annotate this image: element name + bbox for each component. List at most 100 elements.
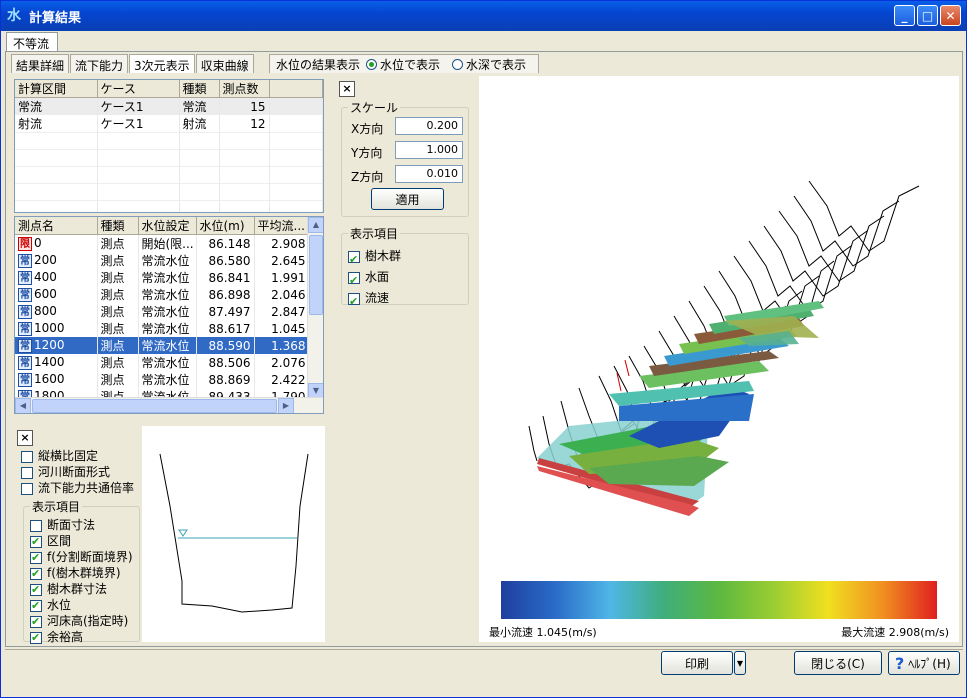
case-col-header[interactable]: ケース (97, 80, 180, 98)
print-dropdown-icon[interactable]: ▼ (734, 651, 746, 675)
empty-row (15, 183, 323, 201)
3d-view-canvas[interactable]: 最小流速 1.045(m/s) 最大流速 2.908(m/s) (479, 76, 959, 642)
view-item-checkbox[interactable]: 流速 (348, 288, 462, 312)
water-level-display-label: 水位の結果表示 (276, 57, 361, 72)
display-item-checkbox[interactable]: 区間 (30, 533, 133, 550)
title-bar: 水 計算結果 _ □ ✕ (1, 1, 966, 31)
station-col-header[interactable]: 測点名 (15, 217, 98, 235)
print-button[interactable]: 印刷 (661, 651, 733, 675)
tab-convergence-curve[interactable]: 収束曲線 (195, 54, 254, 73)
x-scale-input[interactable]: 0.200 (395, 117, 463, 135)
table-row[interactable]: 限 0 測点 開始(限... 86.148 2.908 (15, 234, 310, 252)
table-row[interactable]: 常 1400 測点 常流水位 88.506 2.076 (15, 354, 310, 371)
help-button[interactable]: ? ﾍﾙﾌﾟ(H) (888, 651, 960, 675)
checkbox-label: 樹木群 (365, 249, 402, 263)
table-cell: 88.869 (196, 371, 255, 388)
close-window-button[interactable]: ✕ (940, 5, 961, 26)
table-row[interactable]: 常 400 測点 常流水位 86.841 1.991 (15, 269, 310, 286)
table-cell: 1.045 (254, 320, 310, 337)
apply-button[interactable]: 適用 (371, 188, 444, 210)
checkbox-river-section-format[interactable]: 河川断面形式 (21, 464, 141, 480)
display-item-checkbox[interactable]: 河床高(指定時) (30, 613, 133, 630)
table-cell: 87.497 (196, 303, 255, 320)
section-table[interactable]: 計算区間 ケース 種類 測点数 常流 ケース1 常流 15 射流 ケース1 射流 12 (14, 79, 324, 213)
y-scale-input[interactable]: 1.000 (395, 141, 463, 159)
scroll-right-icon[interactable]: ▶ (278, 398, 294, 413)
table-row[interactable]: 常 1000 測点 常流水位 88.617 1.045 (15, 320, 310, 337)
display-item-checkbox[interactable]: 水位 (30, 597, 133, 614)
radio-water-level[interactable]: 水位で表示 (366, 56, 440, 73)
table-row[interactable]: 常 1600 測点 常流水位 88.869 2.422 (15, 371, 310, 388)
table-cell: 測点 (97, 269, 139, 286)
water-level-col-header[interactable]: 水位(m) (196, 217, 255, 235)
close-button[interactable]: 閉じる(C) (794, 651, 882, 675)
table-row[interactable]: 常流 ケース1 常流 15 (15, 97, 323, 115)
station-vscroll-thumb[interactable] (309, 235, 323, 315)
avg-velocity-col-header[interactable]: 平均流... (254, 217, 310, 235)
cross-section-view (142, 426, 325, 642)
section-col-header[interactable]: 計算区間 (15, 80, 98, 98)
table-row[interactable]: 常 800 測点 常流水位 87.497 2.847 (15, 303, 310, 320)
station-hscroll-thumb[interactable] (32, 399, 277, 413)
wl-setting-col-header[interactable]: 水位設定 (138, 217, 197, 235)
radio-water-depth[interactable]: 水深で表示 (452, 56, 526, 73)
station-hscroll[interactable]: ◀ ▶ (15, 397, 323, 413)
tab-nonuniform-flow[interactable]: 不等流 (6, 32, 58, 52)
scroll-left-icon[interactable]: ◀ (15, 398, 31, 413)
checkbox-label: 水面 (365, 270, 390, 284)
table-cell: 開始(限... (138, 234, 197, 252)
help-label: ﾍﾙﾌﾟ(H) (908, 656, 951, 671)
view-item-checkbox[interactable]: 水面 (348, 267, 462, 291)
scroll-up-icon[interactable]: ▲ (308, 217, 323, 233)
table-cell: 常流水位 (138, 320, 197, 337)
table-cell: 2.422 (254, 371, 310, 388)
checkbox-fixed-aspect[interactable]: 縦横比固定 (21, 448, 141, 464)
display-item-checkbox[interactable]: 樹木群寸法 (30, 581, 133, 598)
table-cell: 86.580 (196, 252, 255, 269)
checkbox-icon (348, 270, 360, 291)
station-name: 400 (34, 270, 57, 285)
table-row[interactable]: 常 600 測点 常流水位 86.898 2.046 (15, 286, 310, 303)
normal-flow-station-icon: 常 (18, 270, 32, 285)
point-count-col-header[interactable]: 測点数 (219, 80, 270, 98)
station-vscroll[interactable]: ▲ ▼ (307, 217, 323, 399)
table-cell: 測点 (97, 354, 139, 371)
max-velocity-label: 最大流速 2.908(m/s) (841, 626, 949, 639)
table-cell: 1.991 (254, 269, 310, 286)
display-item-checkbox[interactable]: f(分割断面境界) (30, 549, 133, 566)
table-cell: 常流水位 (138, 286, 197, 303)
table-cell: 測点 (97, 303, 139, 320)
table-cell: 常流 (15, 97, 98, 115)
table-row[interactable]: 常 200 測点 常流水位 86.580 2.645 (15, 252, 310, 269)
tab-3d-view[interactable]: 3次元表示 (129, 54, 195, 73)
table-row[interactable]: 常 1200 測点 常流水位 88.590 1.368 (15, 337, 310, 354)
table-cell: 86.898 (196, 286, 255, 303)
table-cell: ケース1 (97, 115, 180, 133)
display-item-checkbox[interactable]: f(樹木群境界) (30, 565, 133, 582)
checkbox-icon (30, 534, 42, 550)
table-cell: 測点 (97, 337, 139, 354)
checkbox-label: f(樹木群境界) (47, 566, 121, 580)
close-x-icon[interactable]: × (17, 430, 33, 446)
z-scale-input[interactable]: 0.010 (395, 165, 463, 183)
display-item-checkbox[interactable]: 余裕高 (30, 629, 133, 646)
display-item-checkbox[interactable]: 断面寸法 (30, 517, 133, 533)
minimize-button[interactable]: _ (894, 5, 915, 26)
station-name: 0 (34, 236, 42, 251)
tab-result-detail[interactable]: 結果詳細 (11, 54, 70, 73)
radio-water-depth-label: 水深で表示 (466, 57, 527, 72)
maximize-button[interactable]: □ (917, 5, 938, 26)
kind-col-header[interactable]: 種類 (179, 80, 220, 98)
checkbox-icon (21, 482, 33, 495)
type-col-header[interactable]: 種類 (97, 217, 139, 235)
table-cell: 常流水位 (138, 337, 197, 354)
checkbox-common-ratio[interactable]: 流下能力共通倍率 (21, 480, 141, 496)
close-scale-x-icon[interactable]: × (339, 81, 355, 97)
view-item-checkbox[interactable]: 樹木群 (348, 246, 462, 270)
table-cell: 12 (219, 115, 270, 133)
station-table[interactable]: 測点名 種類 水位設定 水位(m) 平均流... 限 0 測点 開始(限... 86.1… (14, 216, 324, 414)
result-window: 水 計算結果 _ □ ✕ 不等流 結果詳細 流下能力 3次元表示 収束曲線 水位… (0, 0, 967, 698)
tab-flow-capacity[interactable]: 流下能力 (70, 54, 129, 73)
empty-row (15, 149, 323, 167)
table-row[interactable]: 射流 ケース1 射流 12 (15, 115, 323, 133)
